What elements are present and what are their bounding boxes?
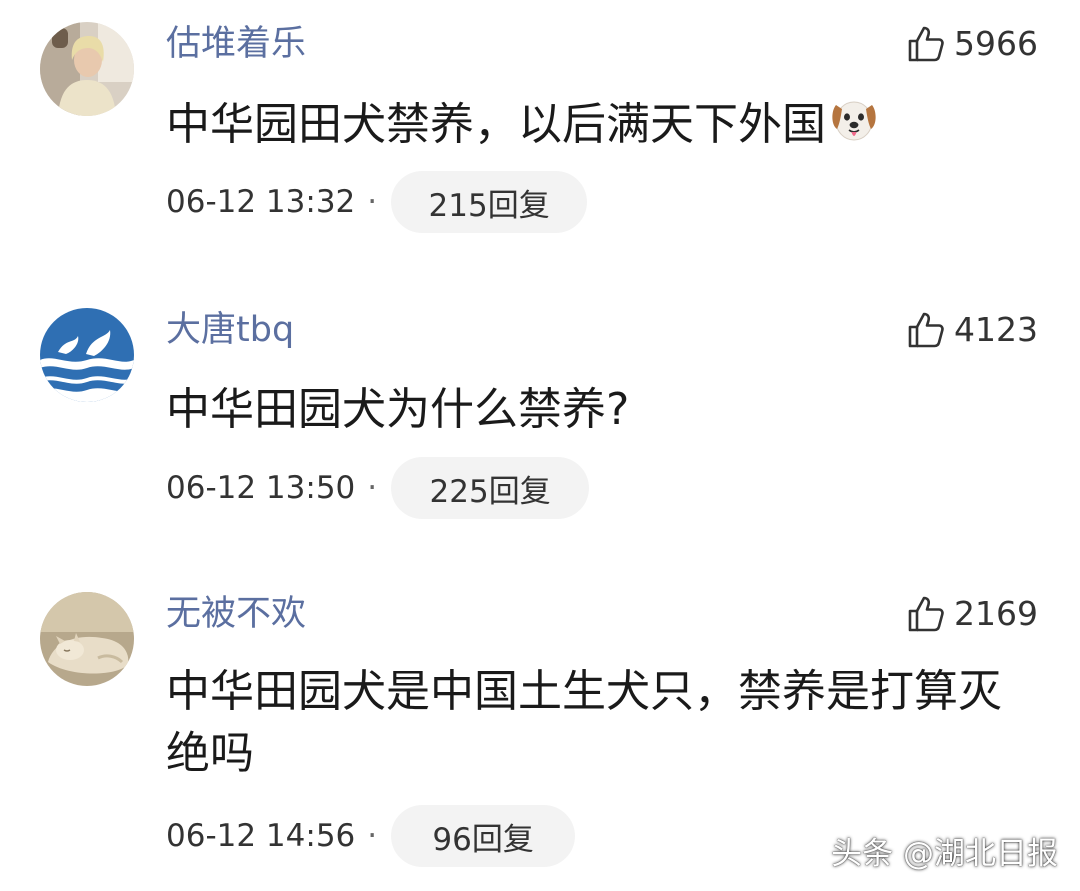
comment-meta: 06-12 13:50 · 225回复 <box>166 457 590 519</box>
thumbs-up-icon <box>908 312 944 348</box>
comment-meta: 06-12 13:32 · 215回复 <box>166 171 588 233</box>
reply-button[interactable]: 215回复 <box>391 171 588 233</box>
woman-portrait-avatar[interactable] <box>40 22 134 116</box>
comment-text-body: 中华田园犬为什么禁养? <box>166 384 630 435</box>
comment-text: 中华园田犬禁养，以后满天下外国 <box>166 93 1026 156</box>
separator-dot: · <box>367 184 378 220</box>
comment-text-body: 中华田园犬是中国土生犬只，禁养是打算灭绝吗 <box>166 666 1002 779</box>
comment-meta: 06-12 14:56 · 96回复 <box>166 805 576 867</box>
comment-text: 中华田园犬为什么禁养? <box>166 379 1026 441</box>
sleeping-cat-avatar[interactable] <box>40 592 134 686</box>
username[interactable]: 无被不欢 <box>166 592 306 636</box>
like-button[interactable]: 5966 <box>906 22 1038 66</box>
like-count: 2169 <box>954 594 1038 633</box>
like-button[interactable]: 4123 <box>906 308 1038 352</box>
username[interactable]: 估堆着乐 <box>166 22 306 66</box>
dog-face-emoji <box>832 101 876 141</box>
comment-text: 中华田园犬是中国土生犬只，禁养是打算灭绝吗 <box>166 661 1026 785</box>
reply-button[interactable]: 225回复 <box>391 457 590 519</box>
username[interactable]: 大唐tbq <box>166 308 294 352</box>
like-button[interactable]: 2169 <box>906 592 1038 636</box>
like-count: 4123 <box>954 310 1038 349</box>
thumbs-up-icon <box>908 596 944 632</box>
source-watermark: 头条 @湖北日报 <box>831 836 1058 872</box>
thumbs-up-icon <box>908 26 944 62</box>
like-count: 5966 <box>954 24 1038 63</box>
blue-wave-logo-avatar[interactable] <box>40 308 134 402</box>
timestamp: 06-12 13:50 <box>166 470 356 506</box>
comment-text-body: 中华园田犬禁养，以后满天下外国 <box>166 99 826 150</box>
timestamp: 06-12 14:56 <box>166 818 356 854</box>
separator-dot: · <box>367 818 378 854</box>
reply-button[interactable]: 96回复 <box>391 805 576 867</box>
separator-dot: · <box>367 470 378 506</box>
timestamp: 06-12 13:32 <box>166 184 356 220</box>
